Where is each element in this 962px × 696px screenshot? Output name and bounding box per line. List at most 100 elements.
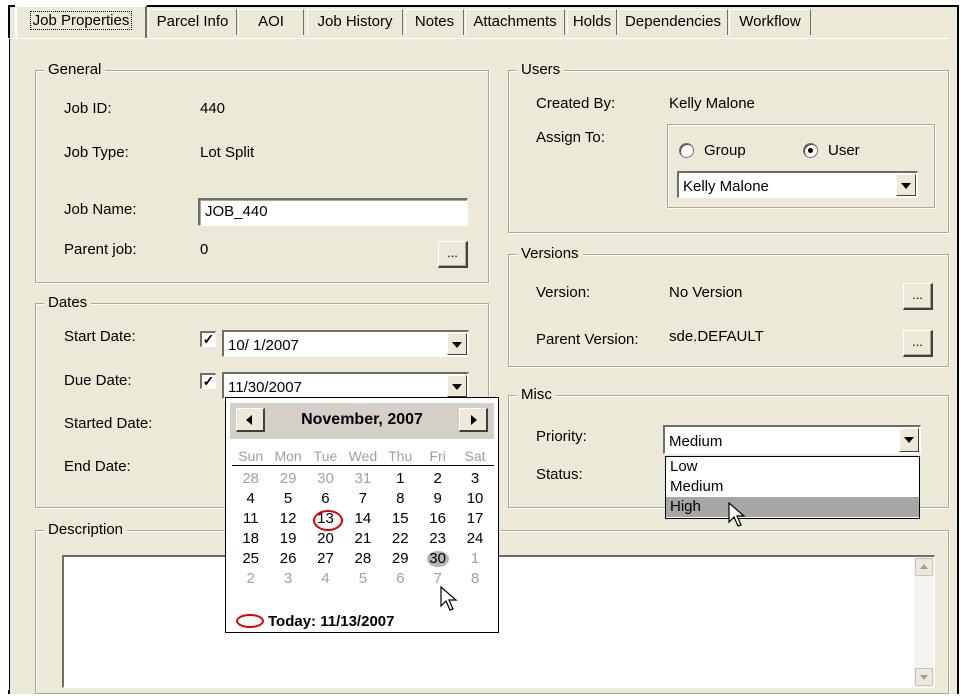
calendar-day[interactable]: 5 [269,489,306,509]
calendar-day[interactable]: 6 [382,569,419,589]
calendar-day[interactable]: 18 [232,529,269,549]
priority-option-high[interactable]: High [666,497,919,517]
weekday-label: Wed [348,448,378,464]
parent-version-label: Parent Version: [536,331,639,348]
parent-job-label: Parent job: [64,241,137,258]
due-date-picker[interactable]: 11/30/2007 [222,372,469,399]
calendar-day[interactable]: 10 [456,489,493,509]
calendar-day[interactable]: 8 [382,489,419,509]
job-type-value: Lot Split [200,144,255,161]
calendar-day[interactable]: 2 [419,469,456,489]
tab-attachments[interactable]: Attachments [465,9,565,35]
priority-option-medium[interactable]: Medium [666,477,919,497]
calendar-day[interactable]: 13 [307,509,344,531]
parent-version-browse-button[interactable]: ... [903,330,933,357]
priority-option-low[interactable]: Low [666,457,919,477]
calendar-day[interactable]: 30 [419,549,456,569]
calendar-day[interactable]: 29 [269,469,306,489]
calendar-day[interactable]: 17 [456,509,493,529]
tab-aoi[interactable]: AOI [238,9,304,35]
created-by-value: Kelly Malone [669,95,755,112]
calendar-header: November, 2007 [230,403,494,439]
due-date-label: Due Date: [64,372,132,389]
calendar-day[interactable]: 28 [232,469,269,489]
calendar-day[interactable]: 7 [344,489,381,509]
calendar-day[interactable]: 5 [344,569,381,589]
next-month-icon[interactable] [459,408,488,432]
assignee-dropdown[interactable]: Kelly Malone [677,171,918,198]
group-radio[interactable] [679,143,694,158]
calendar-day[interactable]: 27 [307,549,344,569]
started-date-label: Started Date: [64,415,153,432]
tab-parcel-info[interactable]: Parcel Info [148,9,237,35]
calendar-day[interactable]: 1 [456,549,493,569]
tab-dependencies[interactable]: Dependencies [618,9,728,35]
calendar-day[interactable]: 16 [419,509,456,529]
end-date-label: End Date: [64,458,131,475]
tab-holds[interactable]: Holds [567,9,617,35]
tab-workflow[interactable]: Workflow [729,9,811,35]
job-name-label: Job Name: [64,201,137,218]
priority-value: Medium [669,433,723,450]
calendar-day[interactable]: 4 [232,489,269,509]
calendar-day[interactable]: 29 [382,549,419,569]
tab-notes[interactable]: Notes [405,9,464,35]
calendar-day[interactable]: 9 [419,489,456,509]
start-date-picker[interactable]: 10/ 1/2007 [222,330,469,357]
calendar-day[interactable]: 21 [344,529,381,549]
job-name-field[interactable]: JOB_440 [198,198,468,226]
tab-job-history[interactable]: Job History [307,9,403,35]
user-radio-label: User [828,142,860,159]
calendar-day[interactable]: 2 [232,569,269,589]
calendar-day[interactable]: 28 [344,549,381,569]
calendar-today-link[interactable]: Today: 11/13/2007 [236,612,394,632]
scroll-down-icon[interactable] [915,668,933,686]
calendar-day[interactable]: 31 [344,469,381,489]
calendar-day[interactable]: 22 [382,529,419,549]
job-type-label: Job Type: [64,144,129,161]
calendar-day[interactable]: 3 [269,569,306,589]
parent-job-value: 0 [200,241,209,258]
calendar-day[interactable]: 24 [456,529,493,549]
description-title: Description [44,520,128,540]
dates-title: Dates [44,293,92,313]
calendar-day[interactable]: 26 [269,549,306,569]
chevron-down-icon[interactable] [896,174,916,196]
calendar-day[interactable]: 8 [456,569,493,589]
due-date-checkbox[interactable]: ✓ [200,373,216,389]
calendar-day[interactable]: 15 [382,509,419,529]
start-date-checkbox[interactable]: ✓ [200,331,216,347]
job-id-value: 440 [200,100,226,117]
calendar-day[interactable]: 14 [344,509,381,529]
priority-dropdown[interactable]: Medium [663,425,921,454]
vertical-scrollbar[interactable] [914,557,934,687]
calendar-day[interactable]: 25 [232,549,269,569]
calendar-day[interactable]: 23 [419,529,456,549]
priority-options-list[interactable]: Low Medium High [665,456,920,519]
calendar-day[interactable]: 4 [307,569,344,589]
chevron-down-icon[interactable] [447,333,467,355]
calendar-day[interactable]: 1 [382,469,419,489]
calendar-day[interactable]: 6 [307,489,344,509]
scroll-up-icon[interactable] [915,558,933,576]
calendar-day[interactable]: 19 [269,529,306,549]
chevron-down-icon[interactable] [899,428,919,452]
priority-label: Priority: [536,428,587,445]
calendar-week-row: 28 29 30 31 1 2 3 [232,469,494,489]
calendar-month-title[interactable]: November, 2007 [272,410,452,430]
calendar-day[interactable]: 20 [307,529,344,549]
chevron-down-icon[interactable] [447,375,467,397]
version-label: Version: [536,284,591,301]
versions-group: Versions [508,244,949,367]
parent-job-browse-button[interactable]: ... [438,241,468,268]
calendar-day[interactable]: 12 [269,509,306,529]
calendar-day[interactable]: 3 [456,469,493,489]
calendar-day[interactable]: 30 [307,469,344,489]
job-id-label: Job ID: [64,100,112,117]
tab-job-properties[interactable]: Job Properties [15,5,147,38]
version-browse-button[interactable]: ... [903,283,933,310]
today-circle-icon [236,614,264,628]
user-radio[interactable] [803,143,818,158]
prev-month-icon[interactable] [236,408,265,432]
calendar-day[interactable]: 11 [232,509,269,529]
